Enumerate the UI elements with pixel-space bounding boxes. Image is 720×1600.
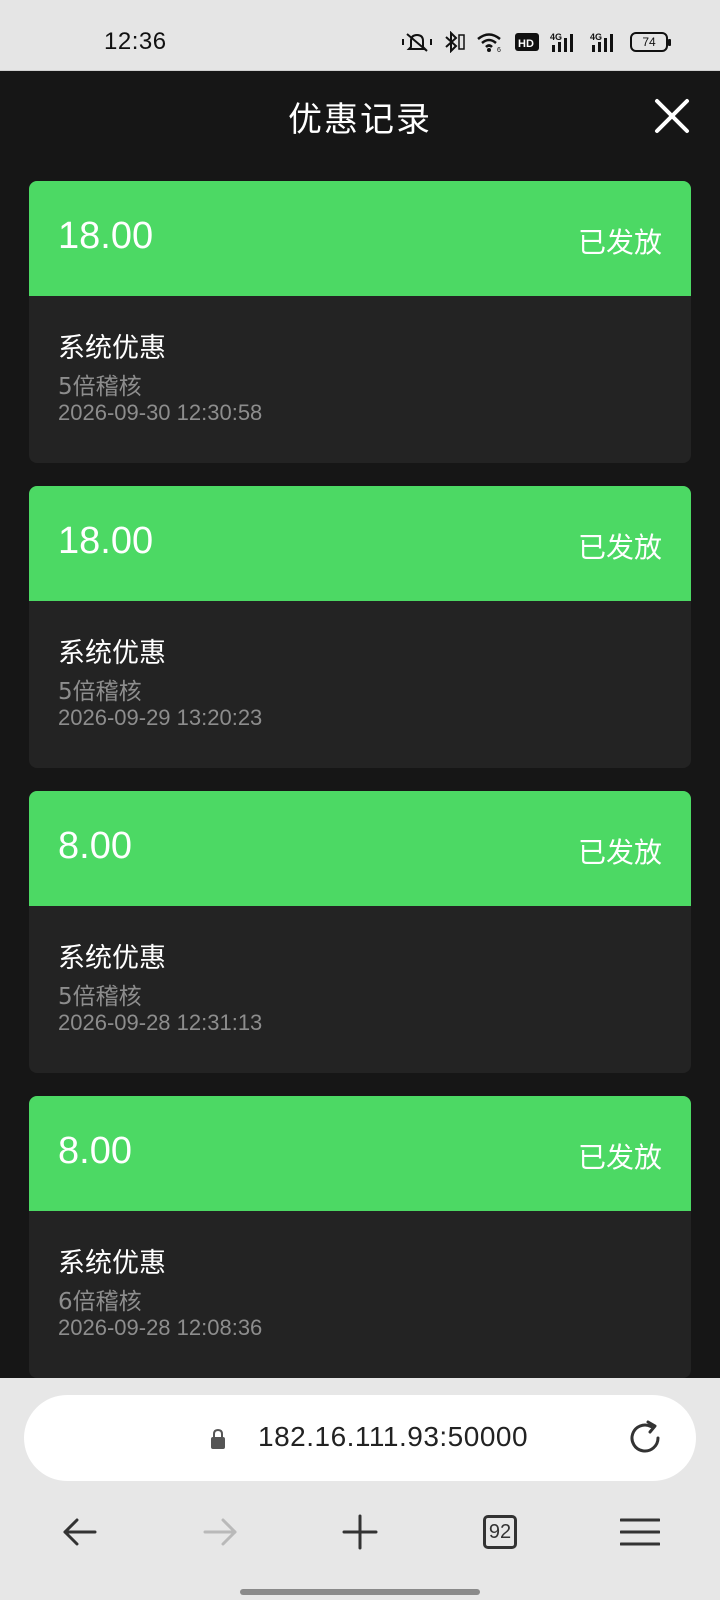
record-type: 系统优惠 [58, 333, 166, 364]
browser-nav-row: 92 [0, 1498, 720, 1568]
forward-button[interactable] [196, 1508, 244, 1556]
record-time: 2026-09-30 12:30:58 [58, 400, 263, 425]
record-amount: 18.00 [58, 520, 154, 562]
record-desc: 6倍稽核 [58, 1289, 142, 1315]
record-type: 系统优惠 [58, 943, 166, 974]
record-status: 已发放 [577, 531, 662, 564]
svg-text:6: 6 [497, 47, 501, 53]
record-card-body: 系统优惠 6倍稽核 2026-09-28 12:08:36 [29, 1211, 691, 1378]
arrow-left-icon [63, 1518, 97, 1546]
record-time: 2026-09-29 13:20:23 [58, 705, 263, 730]
menu-button[interactable] [616, 1508, 664, 1556]
page-header: 优惠记录 [0, 72, 720, 158]
record-card[interactable]: 18.00 已发放 系统优惠 5倍稽核 2026-09-30 12:30:58 [29, 181, 691, 463]
record-card[interactable]: 8.00 已发放 系统优惠 5倍稽核 2026-09-28 12:31:13 [29, 791, 691, 1073]
tabs-button[interactable]: 92 [476, 1508, 524, 1556]
record-card-header: 18.00 已发放 [29, 486, 691, 601]
svg-text:HD: HD [518, 38, 534, 50]
battery-icon: 74 [630, 30, 671, 54]
signal-4g-icon: 4G [550, 30, 580, 54]
record-card-header: 8.00 已发放 [29, 791, 691, 906]
record-type: 系统优惠 [58, 638, 166, 669]
status-time: 12:36 [104, 28, 167, 55]
record-time: 2026-09-28 12:08:36 [58, 1315, 263, 1340]
record-card-body: 系统优惠 5倍稽核 2026-09-29 13:20:23 [29, 601, 691, 768]
bluetooth-icon [442, 30, 466, 54]
menu-icon [620, 1518, 660, 1546]
record-status: 已发放 [577, 1141, 662, 1174]
signal-4g-icon: 4G [590, 30, 620, 54]
svg-text:4G: 4G [550, 32, 562, 42]
record-desc: 5倍稽核 [58, 679, 142, 705]
record-desc: 5倍稽核 [58, 374, 142, 400]
record-amount: 8.00 [58, 825, 132, 867]
record-card-body: 系统优惠 5倍稽核 2026-09-28 12:31:13 [29, 906, 691, 1073]
battery-level: 74 [630, 32, 671, 52]
record-card[interactable]: 18.00 已发放 系统优惠 5倍稽核 2026-09-29 13:20:23 [29, 486, 691, 768]
discount-record-list: 18.00 已发放 系统优惠 5倍稽核 2026-09-30 12:30:58 … [29, 181, 691, 1401]
record-status: 已发放 [577, 226, 662, 259]
record-amount: 8.00 [58, 1130, 132, 1172]
back-button[interactable] [56, 1508, 104, 1556]
record-desc: 5倍稽核 [58, 984, 142, 1010]
url-text: 182.16.111.93:50000 [258, 1421, 529, 1452]
record-type: 系统优惠 [58, 1248, 166, 1279]
new-tab-button[interactable] [336, 1508, 384, 1556]
reload-icon[interactable] [624, 1417, 666, 1459]
record-card-header: 18.00 已发放 [29, 181, 691, 296]
close-button[interactable] [652, 96, 692, 136]
page-title: 优惠记录 [288, 100, 432, 140]
record-status: 已发放 [577, 836, 662, 869]
record-time: 2026-09-28 12:31:13 [58, 1010, 263, 1035]
status-icons: 6 HD 4G 4G 74 [402, 30, 671, 54]
mute-vibrate-icon [402, 30, 432, 54]
record-card-body: 系统优惠 5倍稽核 2026-09-30 12:30:58 [29, 296, 691, 463]
browser-toolbar: 182.16.111.93:50000 92 [0, 1378, 720, 1600]
record-card-header: 8.00 已发放 [29, 1096, 691, 1211]
hd-icon: HD [514, 30, 540, 54]
close-icon [655, 99, 689, 133]
tab-count: 92 [483, 1515, 517, 1549]
address-bar[interactable]: 182.16.111.93:50000 [24, 1395, 696, 1481]
home-indicator[interactable] [240, 1589, 480, 1595]
record-amount: 18.00 [58, 215, 154, 257]
lock-icon [211, 1428, 225, 1449]
wifi-icon: 6 [476, 30, 504, 54]
status-bar: 12:36 6 HD 4G 4G 74 [0, 0, 720, 71]
svg-text:4G: 4G [590, 32, 602, 42]
record-card[interactable]: 8.00 已发放 系统优惠 6倍稽核 2026-09-28 12:08:36 [29, 1096, 691, 1378]
arrow-right-icon [203, 1518, 237, 1546]
plus-icon [342, 1514, 378, 1550]
